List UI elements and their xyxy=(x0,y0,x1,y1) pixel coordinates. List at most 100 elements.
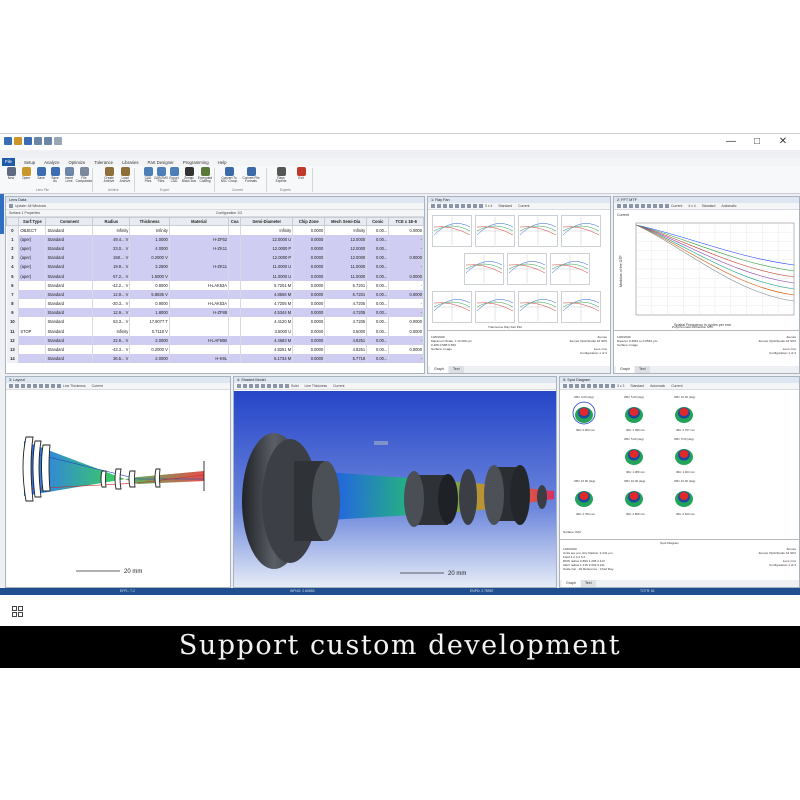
lens-cell[interactable]: 0.00... xyxy=(366,271,390,281)
lens-cell[interactable]: 63.3... V xyxy=(92,317,131,327)
lens-cell[interactable]: Standard xyxy=(45,344,94,355)
lens-cell[interactable]: 0.0000 xyxy=(292,308,326,318)
tab-text[interactable]: Text xyxy=(581,580,596,587)
lens-column-header[interactable]: Conic xyxy=(366,217,390,226)
lens-cell[interactable]: 1.0000 xyxy=(129,234,170,244)
tab-graph[interactable]: Graph xyxy=(562,580,580,587)
lens-column-header[interactable]: Radius xyxy=(92,217,131,226)
toolbar-tool-icon[interactable] xyxy=(443,204,447,209)
lens-cell[interactable] xyxy=(228,225,242,235)
toolbar-tool-icon[interactable] xyxy=(665,204,669,209)
lens-column-header[interactable]: Surf:Type xyxy=(18,217,47,226)
lens-cell[interactable]: 19.9... V xyxy=(92,262,131,272)
lens-cell[interactable] xyxy=(18,308,47,318)
lens-cell[interactable]: 23.0... V xyxy=(92,243,131,254)
lens-cell[interactable]: Standard xyxy=(45,253,94,263)
lens-cell[interactable]: 2.0000 xyxy=(129,354,170,364)
lens-cell[interactable] xyxy=(228,262,242,272)
lens-cell[interactable]: - xyxy=(388,243,424,254)
lens-cell[interactable]: H-LAF50B xyxy=(169,335,230,345)
lens-cell[interactable]: 5.1734 M xyxy=(240,354,294,364)
lens-cell[interactable]: 12.9... V xyxy=(92,308,131,318)
lens-cell[interactable]: 4.8251 xyxy=(324,335,368,345)
lens-cell[interactable] xyxy=(169,344,230,355)
surface-properties-label[interactable]: Surface 1 Properties xyxy=(9,211,40,215)
lens-cell[interactable] xyxy=(169,271,230,281)
toolbar-dropdown[interactable]: 4 x 4 xyxy=(688,204,695,208)
save-icon[interactable] xyxy=(24,137,32,145)
lens-cell[interactable]: 0.0000 xyxy=(388,326,424,336)
toolbar-tool-icon[interactable] xyxy=(587,384,591,389)
toolbar-tool-icon[interactable] xyxy=(431,204,435,209)
toolbar-tool-icon[interactable] xyxy=(273,384,277,389)
lens-cell[interactable]: 3.5000 U xyxy=(240,326,294,336)
lens-cell[interactable]: 11.0000 xyxy=(324,271,368,281)
lens-cell[interactable]: H-ZK11 xyxy=(169,243,230,254)
lens-cell[interactable]: H-K9L xyxy=(169,354,230,364)
toolbar-dropdown[interactable]: Current xyxy=(92,384,103,388)
toolbar-tool-icon[interactable] xyxy=(473,204,477,209)
lens-cell[interactable]: 0.2000 V xyxy=(129,344,170,355)
toolbar-tool-icon[interactable] xyxy=(249,384,253,389)
maximize-icon[interactable]: □ xyxy=(744,134,770,150)
lens-row[interactable]: 6 Standard -42.2... V 0.8000 H-LAK53A 5.7201 … xyxy=(6,280,424,290)
lens-cell[interactable]: 0.0000 xyxy=(292,234,326,244)
lens-cell[interactable]: H-ZF88 xyxy=(169,308,230,318)
lens-cell[interactable]: 4.5344 M xyxy=(240,308,294,318)
lens-cell[interactable]: 17.9077 T xyxy=(129,317,170,327)
lens-cell[interactable]: - xyxy=(388,335,424,345)
toolbar-tool-icon[interactable] xyxy=(27,384,31,389)
lens-cell[interactable] xyxy=(228,253,242,263)
lens-cell[interactable] xyxy=(169,225,230,235)
redo-icon[interactable] xyxy=(44,137,52,145)
lens-column-header[interactable]: Semi-Diameter xyxy=(240,217,294,226)
lens-cell[interactable]: -20.3... V xyxy=(92,299,131,309)
lens-column-header[interactable] xyxy=(6,217,20,226)
lens-cell[interactable]: (aper) xyxy=(18,253,47,263)
lens-cell[interactable] xyxy=(228,354,242,364)
lens-cell[interactable] xyxy=(228,335,242,345)
lens-column-header[interactable]: TCE x 1E-6 xyxy=(388,217,424,226)
toolbar-tool-icon[interactable] xyxy=(467,204,471,209)
lens-cell[interactable]: 11.0000 U xyxy=(240,271,294,281)
toolbar-tool-icon[interactable] xyxy=(569,384,573,389)
lens-cell[interactable]: 0.0000 xyxy=(292,344,326,355)
configuration-label[interactable]: Configuration 1/3 xyxy=(216,210,242,216)
lens-cell[interactable]: 5.7718 xyxy=(324,354,368,364)
toolbar-tool-icon[interactable] xyxy=(653,204,657,209)
lens-cell[interactable]: 0.00... xyxy=(366,289,390,299)
lens-row[interactable]: 12 Standard 22.8... V 2.0000 H-LAF50B 4.4683 … xyxy=(6,335,424,345)
lens-cell[interactable]: 12.0000 P xyxy=(240,243,294,254)
lens-cell[interactable] xyxy=(228,234,242,244)
lens-cell[interactable]: Standard xyxy=(45,354,94,364)
toolbar-dropdown[interactable]: 3 x 3 xyxy=(617,384,624,388)
lens-cell[interactable] xyxy=(18,299,47,309)
ribbon-button-12[interactable]: Encrypted Coating xyxy=(196,167,214,184)
lens-cell[interactable]: Standard xyxy=(45,225,94,235)
lens-cell[interactable]: Standard xyxy=(45,262,94,272)
tab-text[interactable]: Text xyxy=(449,366,464,373)
lens-column-header[interactable]: Material xyxy=(168,217,230,226)
lens-cell[interactable]: 0.0000 xyxy=(388,317,424,327)
lens-cell[interactable]: 12.0000 U xyxy=(240,234,294,244)
lens-cell[interactable] xyxy=(169,317,230,327)
lens-cell[interactable] xyxy=(228,299,242,309)
toolbar-tool-icon[interactable] xyxy=(635,204,639,209)
lens-cell[interactable]: 4.7205 xyxy=(324,317,368,327)
toolbar-tool-icon[interactable] xyxy=(437,204,441,209)
toolbar-tool-icon[interactable] xyxy=(605,384,609,389)
lens-cell[interactable]: H-ZK11 xyxy=(169,262,230,272)
lens-cell[interactable]: 2.0000 xyxy=(129,335,170,345)
lens-cell[interactable]: Standard xyxy=(45,271,94,281)
lens-row[interactable]: 4 (aper) Standard 19.9... V 3.2500 H-ZK11 11.0… xyxy=(6,262,424,272)
lens-column-header[interactable]: Coa xyxy=(228,217,242,226)
lens-cell[interactable]: 0.0000 xyxy=(388,253,424,263)
toolbar-tool-icon[interactable] xyxy=(57,384,61,389)
lens-cell[interactable]: 12.0000 P xyxy=(240,253,294,263)
toolbar-tool-icon[interactable] xyxy=(617,204,621,209)
lens-cell[interactable]: 0.0000 xyxy=(292,299,326,309)
lens-cell[interactable] xyxy=(169,289,230,299)
toolbar-dropdown[interactable]: Current xyxy=(518,204,529,208)
lens-cell[interactable]: 49.4... V xyxy=(92,234,131,244)
lens-cell[interactable] xyxy=(228,243,242,254)
